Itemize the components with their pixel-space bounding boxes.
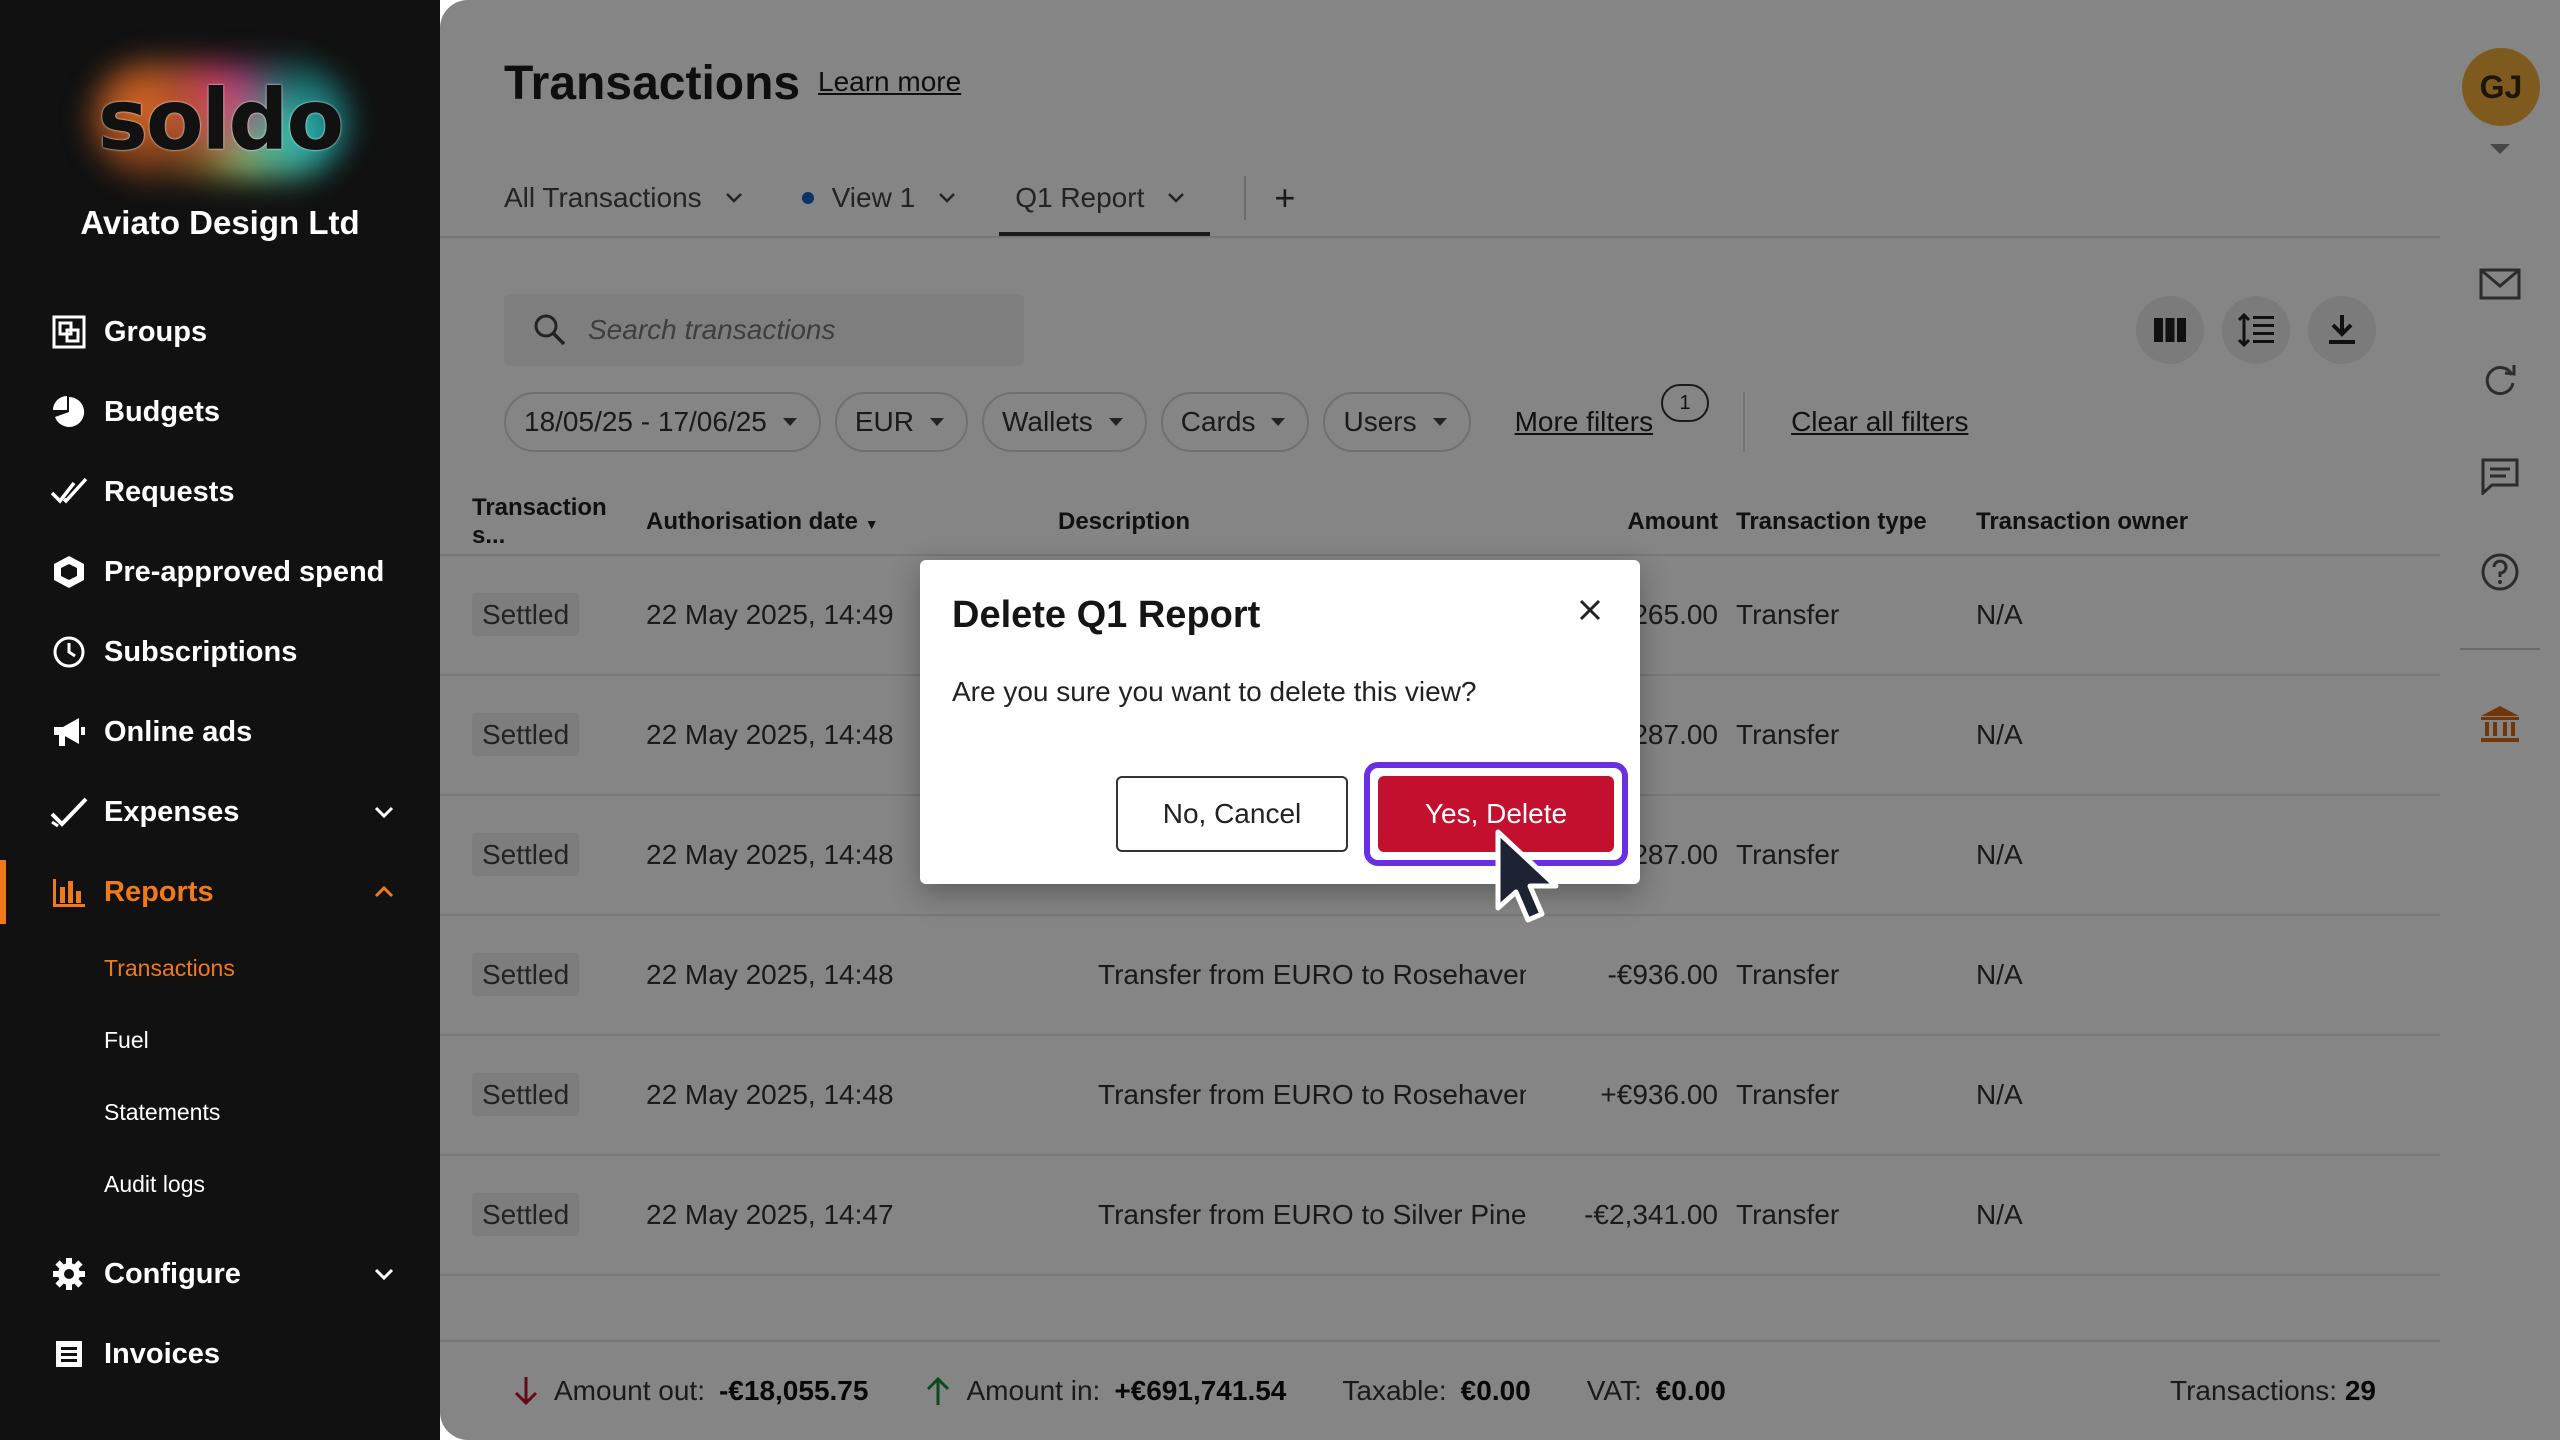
right-rail: GJ (2440, 0, 2560, 1440)
nav-label-configure: Configure (104, 1257, 241, 1290)
soldo-logo: soldo (60, 50, 380, 190)
nav-label-subscriptions: Subscriptions (104, 635, 298, 668)
megaphone-icon (50, 713, 88, 751)
main-nav: Groups Budgets Requests Pre-approved spe… (0, 292, 440, 1394)
close-icon (1579, 599, 1601, 621)
gear-icon (50, 1255, 88, 1293)
company-name: Aviato Design Ltd (80, 204, 360, 241)
subnav-fuel[interactable]: Fuel (0, 1004, 440, 1076)
nav-item-requests[interactable]: Requests (0, 452, 440, 532)
nav-label-online-ads: Online ads (104, 715, 253, 748)
nav-label-invoices: Invoices (104, 1337, 221, 1370)
mouse-cursor-icon (1495, 829, 1559, 923)
nav-item-subscriptions[interactable]: Subscriptions (0, 612, 440, 692)
nav-label-expenses: Expenses (104, 795, 240, 828)
dialog-title: Delete Q1 Report (952, 594, 1261, 636)
nav-label-requests: Requests (104, 475, 235, 508)
double-check-icon (50, 473, 88, 511)
nav-item-invoices[interactable]: Invoices (0, 1314, 440, 1394)
chevron-down-icon[interactable] (370, 798, 398, 826)
cancel-button[interactable]: No, Cancel (1116, 776, 1348, 852)
rail-backdrop (2440, 0, 2560, 1440)
pie-chart-icon (50, 393, 88, 431)
dialog-message: Are you sure you want to delete this vie… (952, 676, 1477, 707)
close-button[interactable] (1570, 590, 1610, 630)
nav-item-budgets[interactable]: Budgets (0, 372, 440, 452)
clock-icon (50, 633, 88, 671)
chevron-up-icon[interactable] (370, 878, 398, 906)
nav-item-reports[interactable]: Reports (0, 852, 440, 932)
check-icon (50, 793, 88, 831)
sidebar: soldo Aviato Design Ltd Groups Budgets R… (0, 0, 440, 1440)
nav-label-groups: Groups (104, 315, 208, 348)
nav-item-groups[interactable]: Groups (0, 292, 440, 372)
nav-item-expenses[interactable]: Expenses (0, 772, 440, 852)
subnav-audit-logs[interactable]: Audit logs (0, 1148, 440, 1220)
nav-item-online-ads[interactable]: Online ads (0, 692, 440, 772)
groups-icon (50, 313, 88, 351)
chevron-down-icon[interactable] (370, 1260, 398, 1288)
nav-item-pre-approved-spend[interactable]: Pre-approved spend (0, 532, 440, 612)
bar-chart-icon (50, 873, 88, 911)
nav-item-configure[interactable]: Configure (0, 1234, 440, 1314)
subnav-statements[interactable]: Statements (0, 1076, 440, 1148)
nav-label-pre-approved: Pre-approved spend (104, 555, 385, 588)
hexagon-icon (50, 553, 88, 591)
invoice-icon (50, 1335, 88, 1373)
subnav-transactions[interactable]: Transactions (0, 932, 440, 1004)
nav-label-reports: Reports (104, 875, 214, 908)
nav-label-budgets: Budgets (104, 395, 220, 428)
